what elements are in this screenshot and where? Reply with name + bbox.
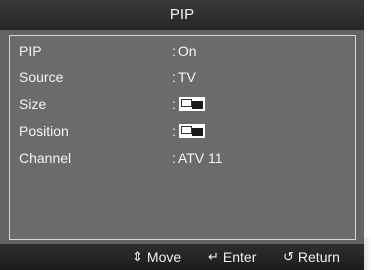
size-label: Size — [19, 96, 47, 112]
menu-row-size[interactable]: Size : — [10, 94, 355, 114]
pip-menu: PIP PIP : On Source : TV Size : Position :… — [0, 0, 364, 270]
colon: : — [172, 123, 176, 139]
channel-label: Channel — [19, 150, 72, 166]
menu-title: PIP — [0, 0, 364, 30]
position-label: Position — [19, 123, 69, 139]
enter-hint: ↵ Enter — [208, 249, 256, 265]
settings-panel: PIP : On Source : TV Size : Position : Cha… — [9, 35, 356, 240]
return-hint: ↺ Return — [283, 249, 340, 265]
return-label: Return — [297, 249, 340, 265]
source-label: Source — [19, 69, 64, 85]
move-label: Move — [146, 249, 182, 265]
move-hint: ⇕ Move — [132, 249, 181, 265]
menu-row-pip[interactable]: PIP : On — [10, 41, 355, 61]
pip-value: On — [177, 43, 197, 59]
channel-value: ATV 11 — [177, 150, 223, 166]
menu-row-channel[interactable]: Channel : ATV 11 — [10, 148, 355, 168]
colon: : — [172, 150, 176, 166]
pip-size-icon — [178, 97, 205, 112]
up-down-arrows-icon: ⇕ — [132, 249, 143, 264]
colon: : — [172, 69, 176, 85]
source-value: TV — [177, 69, 196, 85]
colon: : — [172, 43, 176, 59]
menu-row-source[interactable]: Source : TV — [10, 67, 355, 87]
pip-label: PIP — [19, 43, 42, 59]
footer-hints: ⇕ Move ↵ Enter ↺ Return — [0, 244, 364, 270]
edge-shadow — [364, 238, 371, 270]
colon: : — [172, 96, 176, 112]
menu-row-position[interactable]: Position : — [10, 121, 355, 141]
enter-label: Enter — [222, 249, 257, 265]
enter-icon: ↵ — [208, 249, 219, 264]
pip-position-icon — [178, 124, 205, 139]
return-icon: ↺ — [283, 249, 294, 264]
